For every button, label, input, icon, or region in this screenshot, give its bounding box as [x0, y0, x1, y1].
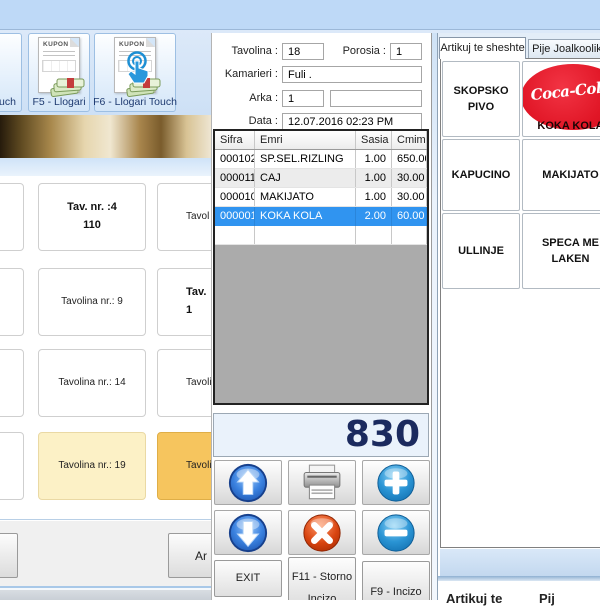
toolbar-button-label: Touch: [0, 96, 19, 108]
increase-quantity-button[interactable]: [362, 460, 430, 505]
decorative-blue-band: [0, 158, 212, 176]
incizo-button[interactable]: F9 - Incizo: [362, 561, 430, 600]
minus-icon: [375, 512, 417, 554]
order-items-table: Sifra Emri Sasia Cmimi 000102 SP.SEL.RIZ…: [213, 129, 429, 405]
table-button-partial[interactable]: [0, 349, 24, 417]
item-button-makijato[interactable]: MAKIJATO: [522, 139, 600, 211]
partial-caption-right: Pij: [539, 591, 555, 606]
table-row[interactable]: 000011 CAJ 1.00 30.00: [215, 169, 427, 188]
item-button-label: KOKA KOLA: [523, 118, 600, 135]
catalog-grid: SKOPSKO PIVO Coca-Cola KOKA KOLA KAPUCIN…: [440, 58, 600, 548]
decrease-quantity-button[interactable]: [362, 510, 430, 555]
table-button-9[interactable]: Tavolina nr.: 9: [38, 268, 146, 336]
cancel-icon: [301, 512, 343, 554]
exit-button[interactable]: EXIT: [214, 560, 282, 597]
porosia-label: Porosia :: [328, 43, 386, 60]
kupon-document-icon: KUPON: [38, 37, 80, 94]
column-header-cmimi: Cmimi: [392, 131, 427, 149]
column-header-sasia: Sasia: [356, 131, 392, 149]
catalog-panel: Artikuj te sheshte Pije Joalkoolike SKOP…: [437, 33, 600, 600]
kamarieri-label: Kamarieri :: [216, 66, 278, 83]
tavolina-field[interactable]: 18: [282, 43, 324, 60]
item-button-kapucino[interactable]: KAPUCINO: [442, 139, 520, 211]
storno-button[interactable]: F11 - Storno Incizo: [288, 557, 356, 600]
item-button-koka-kola[interactable]: Coca-Cola KOKA KOLA: [522, 61, 600, 137]
cancel-button[interactable]: [288, 510, 356, 555]
item-button-speca-me-laken[interactable]: SPECA ME LAKEN: [522, 213, 600, 289]
table-row-selected[interactable]: 000001 KOKA KOLA 2.00 60.00: [215, 207, 427, 226]
tab-artikuj-te-sheshte[interactable]: Artikuj te sheshte: [439, 37, 526, 59]
kamarieri-field[interactable]: Fuli .: [282, 66, 422, 83]
table-row[interactable]: 000010 MAKIJATO 1.00 30.00: [215, 188, 427, 207]
table-button-14[interactable]: Tavolina nr.: 14: [38, 349, 146, 417]
table-row-empty: [215, 226, 427, 245]
order-dialog: Tavolina : 18 Porosia : 1 Kamarieri : Fu…: [211, 33, 432, 600]
touch-icon: [122, 51, 152, 87]
money-icon: [50, 76, 86, 98]
bottom-toolbar: Ar: [0, 520, 211, 587]
toolbar-button-touch-partial[interactable]: Touch: [0, 33, 22, 112]
arrow-up-icon: [227, 462, 269, 504]
move-up-button[interactable]: [214, 460, 282, 505]
arka-field[interactable]: 1: [282, 90, 324, 107]
arka-secondary-field[interactable]: [330, 90, 422, 107]
table-button-partial[interactable]: [0, 183, 24, 251]
item-button-ullinje[interactable]: ULLINJE: [442, 213, 520, 289]
storno-button-label: F11 - Storno: [292, 571, 352, 583]
table-button-partial[interactable]: [0, 268, 24, 336]
data-label: Data :: [216, 113, 278, 130]
plus-icon: [375, 462, 417, 504]
arrow-down-icon: [227, 512, 269, 554]
table-button-partial[interactable]: [0, 432, 24, 500]
total-display: 830: [213, 413, 429, 457]
window-top-strip: [0, 0, 600, 30]
kupon-document-icon: KUPON: [114, 37, 156, 94]
table-row[interactable]: 000102 SP.SEL.RIZLING 1.00 650.00: [215, 150, 427, 169]
table-button-4[interactable]: Tav. nr. :4 110: [38, 183, 146, 251]
catalog-footer-strip: [440, 549, 600, 576]
move-down-button[interactable]: [214, 510, 282, 555]
catalog-panel-bottom-edge: [438, 576, 600, 581]
toolbar-button-f6-llogari-touch[interactable]: KUPON F6 - Llogari Touch: [94, 33, 176, 112]
window-bottom-edge: [0, 586, 211, 600]
decorative-photo-band: [0, 115, 212, 158]
table-header-row: Sifra Emri Sasia Cmimi: [215, 131, 427, 150]
print-button[interactable]: [288, 460, 356, 505]
item-button-skopsko-pivo[interactable]: SKOPSKO PIVO: [442, 61, 520, 137]
column-header-sifra: Sifra: [215, 131, 255, 149]
arka-label: Arka :: [216, 90, 278, 107]
tab-pije-joalkoolike[interactable]: Pije Joalkoolike: [528, 39, 600, 58]
porosia-field[interactable]: 1: [390, 43, 422, 60]
printer-icon: [301, 464, 343, 502]
table-button-19[interactable]: Tavolina nr.: 19: [38, 432, 146, 500]
bottom-bar-button-partial[interactable]: [0, 533, 18, 578]
tavolina-label: Tavolina :: [216, 43, 278, 60]
data-field[interactable]: 12.07.2016 02:23 PM: [282, 113, 422, 130]
toolbar-button-f5-llogari[interactable]: KUPON F5 - Llogari: [28, 33, 90, 112]
storno-button-label-line2: Incizo: [289, 593, 355, 600]
partial-caption-left: Artikuj te: [446, 591, 502, 606]
column-header-emri: Emri: [255, 131, 356, 149]
